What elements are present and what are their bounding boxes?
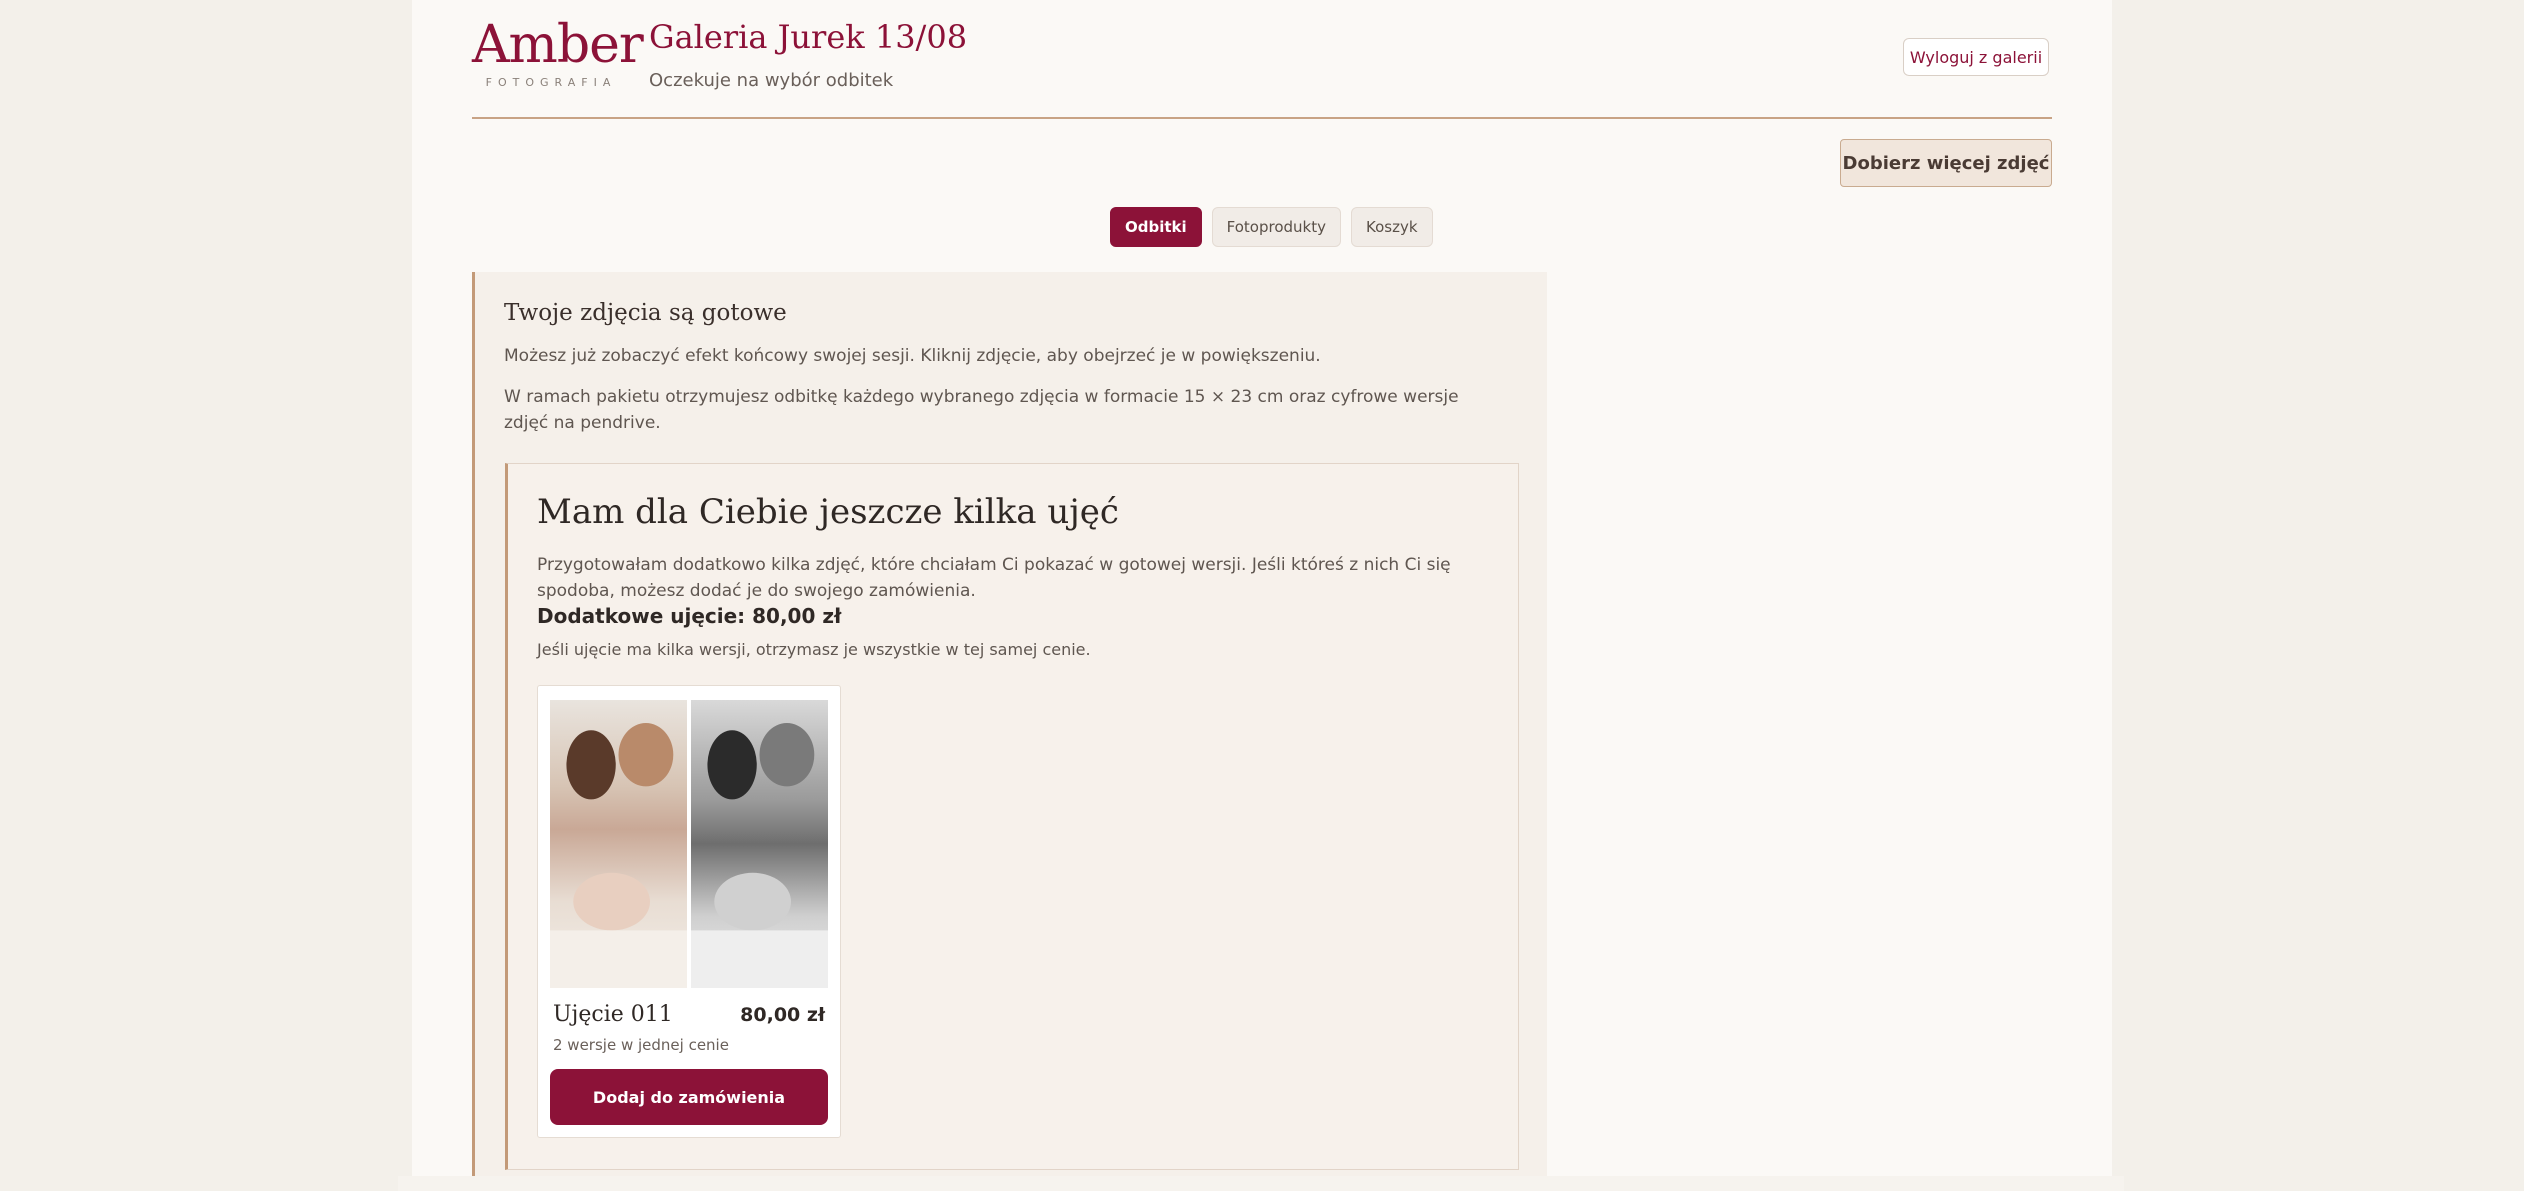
extra-text: Przygotowałam dodatkowo kilka zdjęć, któ… (537, 555, 1451, 601)
more-photos-button[interactable]: Dobierz więcej zdjęć (1840, 139, 2052, 187)
extra-note: Jeśli ujęcie ma kilka wersji, otrzymasz … (537, 640, 1091, 659)
photo-bw-version[interactable] (691, 700, 828, 988)
add-to-order-button[interactable]: Dodaj do zamówienia (550, 1069, 828, 1125)
brand-logo: Amber FOTOGRAFIA (472, 14, 644, 89)
ready-text: Możesz już zobaczyć efekt końcowy swojej… (504, 346, 1321, 366)
extra-price: Dodatkowe ujęcie: 80,00 zł (537, 604, 842, 628)
page: Amber FOTOGRAFIA Galeria Jurek 13/08 Ocz… (412, 0, 2112, 1176)
tab-koszyk[interactable]: Koszyk (1351, 207, 1433, 247)
header-divider (472, 117, 2052, 119)
shot-price: 80,00 zł (740, 1004, 825, 1026)
photo-color-version[interactable] (550, 700, 687, 988)
shot-versions: 2 wersje w jednej cenie (553, 1036, 729, 1054)
tab-odbitki[interactable]: Odbitki (1110, 207, 1202, 247)
extra-title: Mam dla Ciebie jeszcze kilka ujęć (537, 492, 1119, 532)
ready-panel: Twoje zdjęcia są gotowe Możesz już zobac… (472, 272, 1547, 1176)
extra-shots-panel: Mam dla Ciebie jeszcze kilka ujęć Przygo… (505, 463, 1519, 1170)
brand-name: Amber (472, 15, 644, 75)
shot-card: Ujęcie 011 80,00 zł 2 wersje w jednej ce… (537, 685, 841, 1138)
tab-bar: Odbitki Fotoprodukty Koszyk (1110, 207, 1433, 247)
gallery-status: Oczekuje na wybór odbitek (649, 70, 894, 91)
logout-button[interactable]: Wyloguj z galerii (1903, 38, 2049, 76)
ready-title: Twoje zdjęcia są gotowe (504, 300, 787, 326)
gallery-title: Galeria Jurek 13/08 (649, 18, 968, 56)
bottom-strip (398, 1176, 2124, 1191)
package-info-text: W ramach pakietu otrzymujesz odbitkę każ… (504, 387, 1459, 433)
shot-photos[interactable] (550, 700, 828, 988)
brand-subtitle: FOTOGRAFIA (485, 76, 617, 89)
shot-title: Ujęcie 011 (553, 1002, 673, 1027)
tab-fotoprodukty[interactable]: Fotoprodukty (1211, 207, 1341, 247)
